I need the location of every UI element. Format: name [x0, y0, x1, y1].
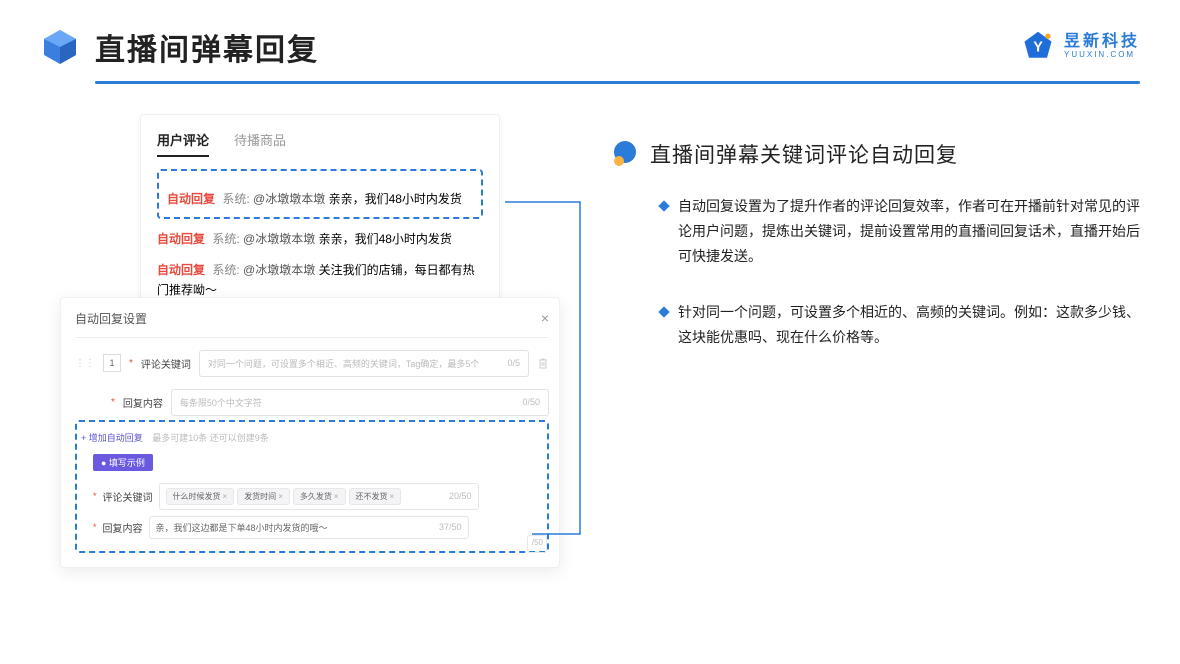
- comment-text: 亲亲，我们48小时内发货: [319, 232, 452, 246]
- count-indicator: 20/50: [449, 491, 472, 501]
- placeholder-text: 每条限50个中文字符: [180, 396, 262, 409]
- brand-name-en: YUUXIN.COM: [1064, 51, 1140, 59]
- auto-reply-tag: 自动回复: [157, 263, 205, 277]
- content-input[interactable]: 每条限50个中文字符 0/50: [171, 389, 549, 416]
- mention: @冰墩墩本墩: [243, 263, 315, 277]
- placeholder-text: 对同一个问题，可设置多个相近、高频的关键词，Tag确定，最多5个: [208, 357, 480, 370]
- system-label: 系统:: [212, 232, 239, 246]
- diamond-icon: [658, 306, 669, 317]
- example-highlight-box: + 增加自动回复 最多可建10条 还可以创建9条 ● 填写示例 * 评论关键词 …: [75, 420, 549, 553]
- count-indicator: 37/50: [439, 522, 462, 532]
- tag-chip[interactable]: 发货时间×: [237, 488, 290, 505]
- comment-text: 亲亲，我们48小时内发货: [329, 192, 462, 206]
- row-number: 1: [103, 354, 121, 372]
- tab-user-comments[interactable]: 用户评论: [157, 130, 209, 157]
- cube-icon: [40, 27, 80, 67]
- count-indicator: 0/5: [507, 358, 520, 368]
- diamond-icon: [658, 200, 669, 211]
- mention: @冰墩墩本墩: [253, 192, 325, 206]
- count-indicator: 0/50: [522, 397, 540, 407]
- bullet-text: 针对同一个问题，可设置多个相近的、高频的关键词。例如：这款多少钱、这块能优惠吗、…: [678, 300, 1140, 350]
- svg-text:Y: Y: [1033, 40, 1043, 56]
- page-title: 直播间弹幕回复: [95, 25, 319, 69]
- comment-item: 自动回复 系统: @冰墩墩本墩 关注我们的店铺，每日都有热门推荐呦～: [157, 260, 483, 301]
- add-auto-reply-link[interactable]: + 增加自动回复: [81, 433, 143, 443]
- tabs: 用户评论 待播商品: [157, 130, 483, 157]
- bubble-icon: [610, 139, 640, 169]
- comment-item: 自动回复 系统: @冰墩墩本墩 亲亲，我们48小时内发货: [167, 189, 473, 209]
- brand-logo-icon: Y: [1020, 29, 1056, 65]
- brand-name-cn: 昱新科技: [1064, 34, 1140, 51]
- delete-icon[interactable]: [537, 357, 549, 369]
- system-label: 系统:: [212, 263, 239, 277]
- auto-reply-tag: 自动回复: [167, 192, 215, 206]
- system-label: 系统:: [222, 192, 249, 206]
- keyword-input[interactable]: 对同一个问题，可设置多个相近、高频的关键词，Tag确定，最多5个 0/5: [199, 350, 529, 377]
- spare-count: /50: [527, 535, 547, 553]
- example-badge: ● 填写示例: [93, 454, 153, 471]
- bullet-item: 针对同一个问题，可设置多个相近的、高频的关键词。例如：这款多少钱、这块能优惠吗、…: [660, 300, 1140, 350]
- content-label: 回复内容: [123, 395, 163, 410]
- close-icon[interactable]: ×: [541, 310, 549, 326]
- bullet-item: 自动回复设置为了提升作者的评论回复效率，作者可在开播前针对常见的评论用户问题，提…: [660, 194, 1140, 270]
- bullet-text: 自动回复设置为了提升作者的评论回复效率，作者可在开播前针对常见的评论用户问题，提…: [678, 194, 1140, 270]
- required-mark: *: [93, 522, 97, 532]
- mention: @冰墩墩本墩: [243, 232, 315, 246]
- comment-item: 自动回复 系统: @冰墩墩本墩 亲亲，我们48小时内发货: [157, 229, 483, 249]
- required-mark: *: [111, 397, 115, 408]
- section-heading: 直播间弹幕关键词评论自动回复: [650, 139, 958, 169]
- tag-chip[interactable]: 什么时候发货×: [166, 488, 235, 505]
- tab-pending-goods[interactable]: 待播商品: [234, 130, 286, 157]
- required-mark: *: [129, 358, 133, 369]
- example-keyword-input[interactable]: 什么时候发货×发货时间×多久发货×还不发货× 20/50: [159, 483, 479, 510]
- comments-panel: 用户评论 待播商品 自动回复 系统: @冰墩墩本墩 亲亲，我们48小时内发货 自…: [140, 114, 500, 322]
- settings-title: 自动回复设置: [75, 310, 147, 327]
- example-content-input[interactable]: 亲，我们这边都是下单48小时内发货的哦～ 37/50: [149, 516, 469, 539]
- auto-reply-settings-panel: 自动回复设置 × ⋮⋮ 1 * 评论关键词 对同一个问题，可设置多个相近、高频的…: [60, 297, 560, 568]
- example-content-value: 亲，我们这边都是下单48小时内发货的哦～: [156, 521, 328, 534]
- highlighted-reply: 自动回复 系统: @冰墩墩本墩 亲亲，我们48小时内发货: [157, 169, 483, 219]
- tag-chip[interactable]: 还不发货×: [349, 488, 402, 505]
- brand: Y 昱新科技 YUUXIN.COM: [1020, 29, 1140, 65]
- tag-chips: 什么时候发货×发货时间×多久发货×还不发货×: [166, 488, 405, 505]
- required-mark: *: [93, 491, 97, 501]
- add-hint: 最多可建10条 还可以创建9条: [152, 433, 269, 443]
- example-keyword-label: 评论关键词: [103, 489, 153, 504]
- auto-reply-tag: 自动回复: [157, 232, 205, 246]
- keyword-label: 评论关键词: [141, 356, 191, 371]
- example-content-label: 回复内容: [103, 520, 143, 535]
- tag-chip[interactable]: 多久发货×: [293, 488, 346, 505]
